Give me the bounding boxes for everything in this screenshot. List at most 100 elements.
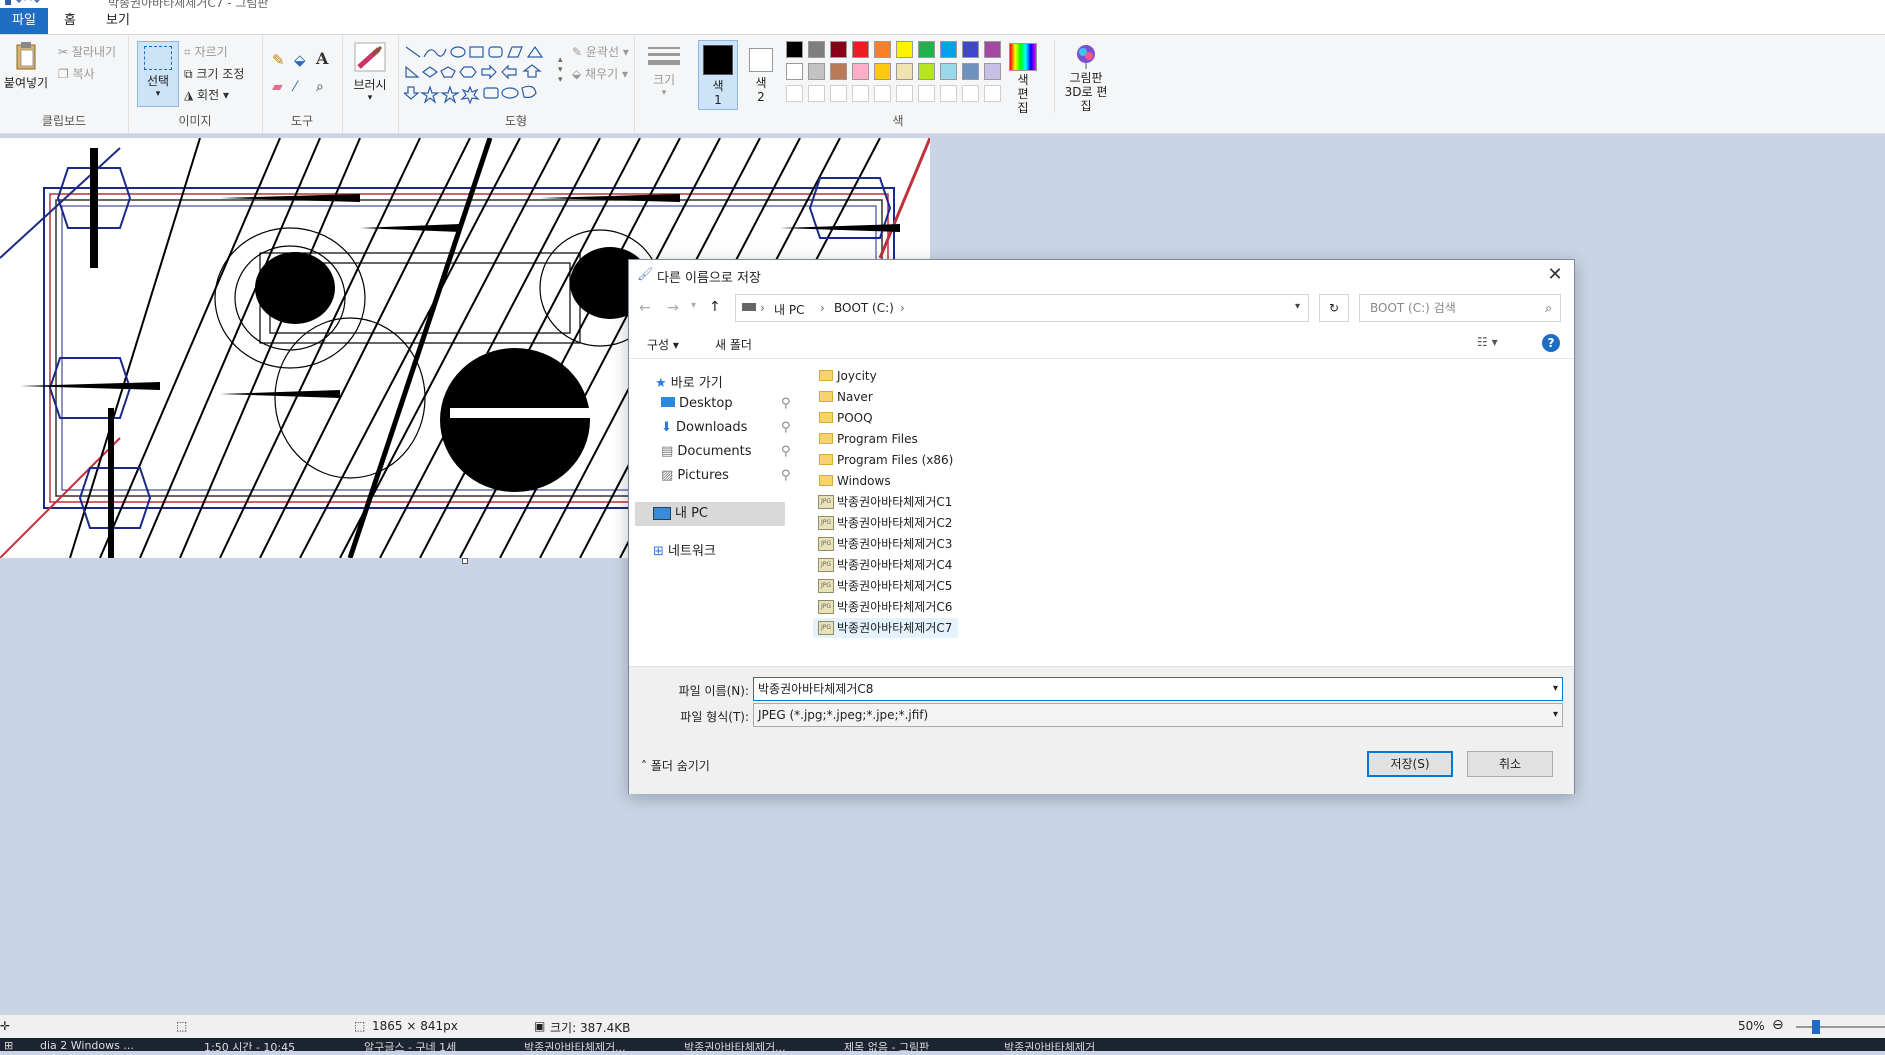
up-button[interactable]: ↑	[709, 299, 721, 315]
taskbar-item[interactable]: 제목 없음 - 그림판	[844, 1039, 929, 1055]
custom-color-swatch[interactable]	[918, 85, 935, 102]
taskbar-item[interactable]: dia 2 Windows ...	[40, 1039, 134, 1052]
rotate-button[interactable]: ◮ 회전 ▾	[184, 86, 229, 103]
folder-item[interactable]: Windows	[813, 471, 891, 491]
color-swatch[interactable]	[852, 41, 869, 58]
select-button[interactable]: 선택 ▾	[137, 41, 179, 107]
color-swatch[interactable]	[940, 41, 957, 58]
eraser-icon[interactable]: ▰	[272, 79, 283, 95]
nav-quick-access[interactable]: ★ 바로 가기	[655, 372, 723, 391]
recent-locations-button[interactable]: ▾	[691, 300, 696, 311]
custom-color-swatch[interactable]	[962, 85, 979, 102]
color-swatch[interactable]	[852, 63, 869, 80]
color-swatch[interactable]	[874, 41, 891, 58]
nav-desktop[interactable]: Desktop ⚲	[661, 396, 791, 411]
color-swatch[interactable]	[984, 41, 1001, 58]
outline-button[interactable]: ✎ 윤곽선 ▾	[572, 43, 629, 60]
cancel-button[interactable]: 취소	[1467, 751, 1553, 777]
text-icon[interactable]: A	[316, 49, 328, 68]
folder-item[interactable]: Naver	[813, 387, 873, 407]
color-swatch[interactable]	[830, 63, 847, 80]
folder-item[interactable]: Joycity	[813, 366, 877, 386]
breadcrumb-this-pc[interactable]: 내 PC	[774, 301, 804, 318]
fill-icon[interactable]: ⬙	[294, 51, 306, 69]
close-button[interactable]: ✕	[1544, 264, 1566, 286]
custom-color-swatch[interactable]	[984, 85, 1001, 102]
color-swatch[interactable]	[874, 63, 891, 80]
hide-folders-button[interactable]: ˄ 폴더 숨기기	[641, 757, 710, 774]
breadcrumb-boot-drive[interactable]: BOOT (C:)	[834, 301, 894, 315]
color-swatch[interactable]	[896, 63, 913, 80]
nav-network[interactable]: ⊞ 네트워크	[653, 540, 716, 559]
crop-button[interactable]: ⌗ 자르기	[184, 43, 228, 60]
taskbar-item-active[interactable]: 박종권아바타체제거...	[684, 1039, 786, 1055]
color-swatch[interactable]	[918, 63, 935, 80]
custom-color-swatch[interactable]	[786, 85, 803, 102]
filetype-select[interactable]: JPEG (*.jpg;*.jpeg;*.jpe;*.jfif) ▾	[753, 703, 1563, 727]
zoom-slider-thumb[interactable]	[1812, 1020, 1820, 1034]
folder-item[interactable]: POOQ	[813, 408, 873, 428]
forward-button[interactable]: →	[667, 300, 679, 316]
file-item[interactable]: JPG 박종권아바타체제거C3	[813, 534, 952, 554]
color-swatch[interactable]	[962, 41, 979, 58]
color-swatch[interactable]	[786, 41, 803, 58]
color-swatch[interactable]	[830, 41, 847, 58]
menu-home[interactable]: 홈	[52, 8, 88, 34]
chevron-down-icon[interactable]: ▾	[1553, 678, 1558, 700]
nav-this-pc[interactable]: 내 PC	[635, 502, 785, 526]
paint3d-button[interactable]: 그림판 3D로 편집	[1054, 41, 1113, 113]
menu-view[interactable]: 보기	[94, 8, 142, 34]
color-swatch[interactable]	[984, 63, 1001, 80]
color-swatch[interactable]	[962, 63, 979, 80]
fill-shape-button[interactable]: ⬙ 채우기 ▾	[572, 65, 628, 82]
filename-input[interactable]: 박종권아바타체제거C8 ▾	[753, 677, 1563, 701]
organize-button[interactable]: 구성 ▾	[647, 336, 679, 353]
color1-button[interactable]: 색 1	[698, 40, 738, 110]
save-quick-icon[interactable]: ▪ ↶ ↷	[4, 0, 40, 8]
pencil-icon[interactable]: ✎	[272, 51, 285, 69]
color-swatch[interactable]	[808, 41, 825, 58]
custom-color-swatch[interactable]	[940, 85, 957, 102]
taskbar-item[interactable]: 알구글스 - 구네 1세	[364, 1039, 456, 1055]
file-item[interactable]: JPG 박종권아바타체제거C4	[813, 555, 952, 575]
folder-item[interactable]: Program Files (x86)	[813, 450, 953, 470]
paste-button[interactable]: 붙여넣기	[2, 41, 50, 91]
taskbar-item[interactable]: 1:50 시간 - 10:45	[204, 1039, 295, 1055]
color-picker-icon[interactable]: ⁄	[294, 79, 296, 95]
color2-button[interactable]: 색 2	[742, 40, 780, 104]
custom-color-swatch[interactable]	[852, 85, 869, 102]
nav-downloads[interactable]: ⬇ Downloads ⚲	[661, 420, 791, 435]
custom-color-swatch[interactable]	[808, 85, 825, 102]
shapes-scroll-icon[interactable]: ▴ ▾ ▾	[558, 55, 563, 85]
taskbar-item[interactable]: 박종권아바타체제거...	[524, 1039, 626, 1055]
shapes-gallery[interactable]	[404, 45, 554, 109]
refresh-button[interactable]: ↻	[1319, 294, 1349, 322]
size-button[interactable]: 크기 ▾	[644, 41, 684, 98]
edit-colors-button[interactable]: 색 편집	[1006, 41, 1040, 115]
file-item-selected[interactable]: JPG 박종권아바타체제거C7	[813, 618, 959, 638]
file-item[interactable]: JPG 박종권아바타체제거C6	[813, 597, 952, 617]
copy-button[interactable]: ❐ 복사	[58, 65, 95, 82]
color-swatch[interactable]	[786, 63, 803, 80]
start-icon[interactable]: ⊞	[4, 1039, 13, 1052]
help-button[interactable]: ?	[1542, 334, 1560, 352]
folder-item[interactable]: Program Files	[813, 429, 918, 449]
save-button[interactable]: 저장(S)	[1367, 751, 1453, 777]
custom-color-swatch[interactable]	[874, 85, 891, 102]
menu-file[interactable]: 파일	[0, 8, 48, 34]
search-box[interactable]: BOOT (C:) 검색 ⌕	[1359, 294, 1561, 322]
file-item[interactable]: JPG 박종권아바타체제거C5	[813, 576, 952, 596]
back-button[interactable]: ←	[639, 300, 651, 316]
file-item[interactable]: JPG 박종권아바타체제거C2	[813, 513, 952, 533]
resize-button[interactable]: ⧉ 크기 조정	[184, 65, 244, 82]
custom-color-swatch[interactable]	[830, 85, 847, 102]
file-item[interactable]: JPG 박종권아바타체제거C1	[813, 492, 952, 512]
cut-button[interactable]: ✂ 잘라내기	[58, 43, 116, 60]
custom-color-swatch[interactable]	[896, 85, 913, 102]
zoom-out-button[interactable]: ⊖	[1772, 1017, 1784, 1033]
new-folder-button[interactable]: 새 폴더	[715, 336, 752, 353]
brush-button[interactable]: 브러시 ▾	[346, 41, 394, 103]
color-swatch[interactable]	[896, 41, 913, 58]
nav-pictures[interactable]: ▨ Pictures ⚲	[661, 468, 791, 483]
color-swatch[interactable]	[940, 63, 957, 80]
